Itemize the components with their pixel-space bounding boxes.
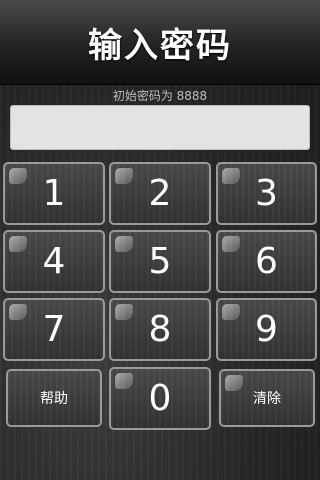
key-1-button[interactable]: 1: [3, 162, 105, 225]
gloss-highlight: [222, 168, 240, 184]
initial-password-hint: 初始密码为 8888: [112, 89, 208, 103]
password-screen: 输入密码 初始密码为 8888 1 2 3 4 5 6 7 8 9 帮助 0 清…: [0, 0, 320, 480]
key-3-button[interactable]: 3: [216, 162, 317, 225]
gloss-highlight: [225, 375, 243, 391]
header-bar: 输入密码: [0, 0, 320, 85]
key-label: 7: [42, 309, 66, 350]
gloss-highlight: [9, 168, 27, 184]
gloss-highlight: [9, 236, 27, 252]
key-2-button[interactable]: 2: [109, 162, 211, 225]
key-6-button[interactable]: 6: [216, 230, 317, 293]
key-label: 3: [255, 173, 278, 214]
help-button[interactable]: 帮助: [6, 369, 102, 427]
key-label: 1: [42, 173, 66, 214]
page-title: 输入密码: [88, 26, 232, 66]
key-label: 2: [148, 173, 172, 214]
key-label: 帮助: [40, 391, 68, 407]
key-label: 0: [148, 378, 172, 419]
gloss-highlight: [115, 304, 133, 320]
key-9-button[interactable]: 9: [216, 298, 317, 361]
key-label: 4: [42, 241, 66, 282]
gloss-highlight: [115, 236, 133, 252]
gloss-highlight: [222, 304, 240, 320]
key-label: 清除: [253, 391, 281, 407]
key-4-button[interactable]: 4: [3, 230, 105, 293]
key-5-button[interactable]: 5: [109, 230, 211, 293]
key-label: 5: [148, 241, 172, 282]
gloss-highlight: [115, 373, 133, 389]
key-7-button[interactable]: 7: [3, 298, 105, 361]
gloss-highlight: [222, 236, 240, 252]
key-8-button[interactable]: 8: [109, 298, 211, 361]
clear-button[interactable]: 清除: [219, 369, 315, 427]
gloss-highlight: [115, 168, 133, 184]
key-0-button[interactable]: 0: [109, 367, 211, 430]
key-label: 9: [255, 309, 278, 350]
password-field[interactable]: [10, 105, 310, 150]
gloss-highlight: [9, 304, 27, 320]
key-label: 8: [148, 309, 172, 350]
key-label: 6: [255, 241, 278, 282]
